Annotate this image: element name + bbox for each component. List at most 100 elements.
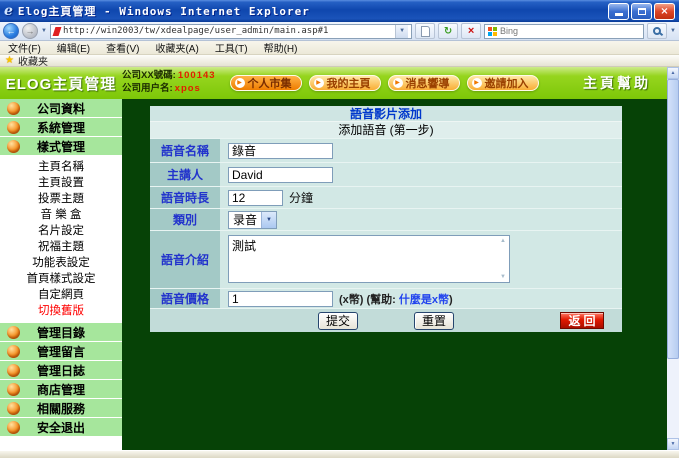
- textarea-scroll-up-icon[interactable]: ▲: [500, 238, 506, 244]
- header-nav-button[interactable]: ▶ 消息響導: [388, 75, 460, 91]
- sidebar-subitem[interactable]: 功能表設定: [0, 255, 122, 271]
- scrollbar-up-icon[interactable]: ▲: [667, 67, 679, 79]
- restore-button[interactable]: [631, 3, 652, 20]
- search-input[interactable]: [500, 26, 640, 36]
- site-header: ELOG主頁管理 公司XX號碼:100143 公司用户名:xpos ▶ 个人市集…: [0, 67, 667, 99]
- menu-item[interactable]: 收藏夹(A): [155, 40, 198, 55]
- search-go-button[interactable]: [647, 23, 667, 39]
- page-scrollbar[interactable]: ▲ ▼: [667, 67, 679, 450]
- sidebar-category[interactable]: 管理留言: [0, 342, 122, 361]
- search-box[interactable]: [484, 24, 644, 39]
- sidebar-category-label: 樣式管理: [37, 138, 85, 155]
- category-ball-icon: [7, 421, 20, 434]
- sidebar-category[interactable]: 安全退出: [0, 418, 122, 437]
- close-button[interactable]: ×: [654, 3, 675, 20]
- sidebar-category[interactable]: 商店管理: [0, 380, 122, 399]
- nav-button-label: 我的主頁: [327, 75, 371, 91]
- sidebar-subitem[interactable]: 切換舊版: [0, 303, 122, 319]
- sidebar-category[interactable]: 管理日誌: [0, 361, 122, 380]
- search-options-dropdown[interactable]: ▼: [670, 28, 676, 34]
- star-icon: ★: [5, 56, 14, 66]
- address-bar: ← → ▼ http://win2003/tw/xdealpage/user_a…: [0, 22, 679, 41]
- back-icon: ←: [7, 26, 16, 36]
- category-ball-icon: [7, 345, 20, 358]
- company-no-label: 公司XX號碼:: [122, 70, 176, 81]
- bing-logo-icon: [488, 27, 497, 36]
- sidebar-category-label: 相關服務: [37, 400, 85, 417]
- sidebar-subitem[interactable]: 主頁設置: [0, 175, 122, 191]
- sidebar-subitem[interactable]: 祝福主題: [0, 239, 122, 255]
- menu-item[interactable]: 查看(V): [106, 40, 139, 55]
- play-icon: ▶: [235, 78, 245, 88]
- back-button-red[interactable]: 返回: [560, 312, 604, 329]
- what-is-x-coin-link[interactable]: 什麼是x幣: [399, 294, 449, 306]
- header-nav-button[interactable]: ▶ 我的主頁: [309, 75, 381, 91]
- browser-window: e Elog主頁管理 - Windows Internet Explorer ×…: [0, 0, 679, 458]
- nav-button-label: 邀請加入: [485, 75, 529, 91]
- sidebar-category[interactable]: 相關服務: [0, 399, 122, 418]
- back-button[interactable]: ←: [3, 23, 19, 39]
- category-ball-icon: [7, 121, 20, 134]
- category-selected-value: 录音: [229, 211, 261, 228]
- address-dropdown[interactable]: ▼: [395, 25, 408, 38]
- header-nav-button[interactable]: ▶ 个人市集: [230, 75, 302, 91]
- scrollbar-down-icon[interactable]: ▼: [667, 438, 679, 450]
- submit-button[interactable]: 提交: [318, 312, 358, 330]
- voice-name-input[interactable]: [228, 143, 333, 159]
- history-dropdown[interactable]: ▼: [41, 28, 47, 34]
- price-note: (x幣) (幫助: 什麼是x幣): [339, 291, 453, 307]
- title-bar: e Elog主頁管理 - Windows Internet Explorer ×: [0, 0, 679, 22]
- sidebar-category-label: 安全退出: [37, 419, 85, 436]
- minimize-button[interactable]: [608, 3, 629, 20]
- company-info: 公司XX號碼:100143 公司用户名:xpos: [122, 70, 216, 96]
- menu-item[interactable]: 帮助(H): [264, 40, 298, 55]
- page-body: ELOG主頁管理 公司XX號碼:100143 公司用户名:xpos ▶ 个人市集…: [0, 67, 679, 450]
- play-icon: ▶: [472, 78, 482, 88]
- category-label: 類別: [150, 209, 220, 230]
- sidebar-subitem[interactable]: 名片設定: [0, 223, 122, 239]
- page-button[interactable]: [415, 23, 435, 39]
- sidebar-category-label: 商店管理: [37, 381, 85, 398]
- status-bar: [0, 450, 679, 458]
- intro-textarea[interactable]: 測試: [228, 235, 510, 283]
- menu-item[interactable]: 编辑(E): [57, 40, 90, 55]
- scrollbar-thumb[interactable]: [667, 79, 679, 359]
- sidebar-category[interactable]: 系統管理: [0, 118, 122, 137]
- sidebar-category[interactable]: 管理目錄: [0, 323, 122, 342]
- sidebar-subitem[interactable]: 音 樂 盒: [0, 207, 122, 223]
- refresh-button[interactable]: ↻: [438, 23, 458, 39]
- sidebar-subitem[interactable]: 投票主題: [0, 191, 122, 207]
- address-input[interactable]: http://win2003/tw/xdealpage/user_admin/m…: [50, 24, 412, 39]
- form-subtitle: 添加語音 (第一步): [150, 122, 622, 138]
- form-title: 語音影片添加: [150, 106, 622, 122]
- sidebar-subitem[interactable]: 首頁樣式設定: [0, 271, 122, 287]
- scrollbar-track[interactable]: [667, 359, 679, 438]
- presenter-input[interactable]: [228, 167, 333, 183]
- reset-button[interactable]: 重置: [414, 312, 454, 330]
- duration-unit: 分鐘: [289, 189, 313, 206]
- favorites-bar[interactable]: ★ 收藏夹: [0, 55, 679, 67]
- forward-button[interactable]: →: [22, 23, 38, 39]
- play-icon: ▶: [393, 78, 403, 88]
- price-input[interactable]: [228, 291, 333, 307]
- header-nav-button[interactable]: ▶ 邀請加入: [467, 75, 539, 91]
- voice-name-label: 語音名稱: [150, 139, 220, 162]
- menu-item[interactable]: 工具(T): [215, 40, 248, 55]
- category-ball-icon: [7, 102, 20, 115]
- url-text: http://win2003/tw/xdealpage/user_admin/m…: [63, 26, 329, 36]
- sidebar-category[interactable]: 樣式管理: [0, 137, 122, 156]
- sidebar-category[interactable]: 公司資料: [0, 99, 122, 118]
- voice-add-form: 語音影片添加 添加語音 (第一步) 語音名稱 主講人 語音時長: [150, 106, 622, 332]
- category-select[interactable]: 录音 ▼: [228, 211, 277, 229]
- stop-button[interactable]: ×: [461, 23, 481, 39]
- category-ball-icon: [7, 364, 20, 377]
- sidebar-subitem[interactable]: 自定網頁: [0, 287, 122, 303]
- refresh-icon: ↻: [444, 26, 452, 37]
- duration-input[interactable]: [228, 190, 283, 206]
- chevron-down-icon: ▼: [261, 212, 276, 228]
- textarea-scroll-down-icon[interactable]: ▼: [500, 274, 506, 280]
- minimize-icon: [615, 13, 623, 16]
- homepage-help-link[interactable]: 主頁幫助: [583, 73, 651, 93]
- sidebar-subitem[interactable]: 主頁名稱: [0, 159, 122, 175]
- category-ball-icon: [7, 140, 20, 153]
